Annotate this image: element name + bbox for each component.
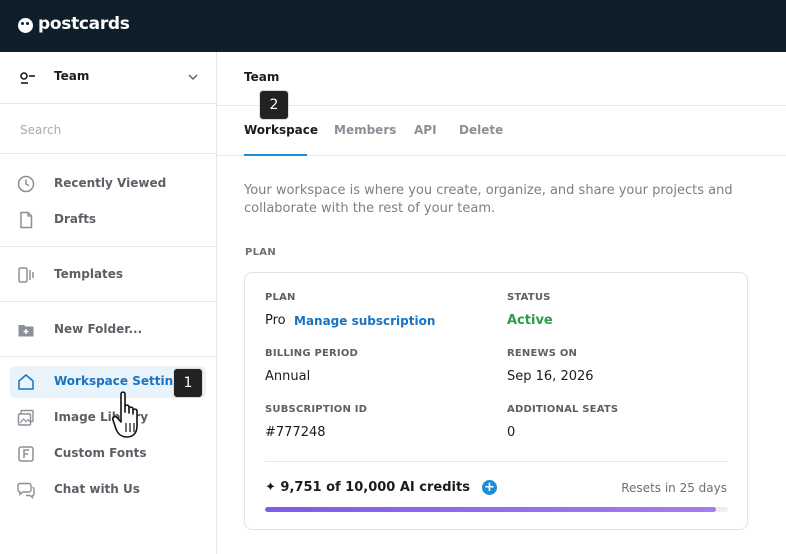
sidebar-item-label: Workspace Settings xyxy=(54,374,189,388)
status-label: STATUS xyxy=(507,292,551,303)
sidebar-item-label: Drafts xyxy=(54,212,97,226)
section-heading-plan: PLAN xyxy=(245,247,277,258)
document-icon xyxy=(20,211,33,229)
home-icon xyxy=(18,374,34,390)
active-tab-indicator xyxy=(244,154,307,156)
sidebar-item-templates[interactable]: Templates xyxy=(10,259,206,291)
sidebar-item-label: Recently Viewed xyxy=(54,176,167,190)
app-logo[interactable]: postcards xyxy=(18,14,130,34)
sidebar-divider xyxy=(0,246,216,247)
page-title: Team xyxy=(244,70,280,84)
templates-icon xyxy=(18,267,34,283)
tab-delete[interactable]: Delete xyxy=(459,123,503,137)
brand-name: postcards xyxy=(38,14,130,34)
sidebar-item-recently-viewed[interactable]: Recently Viewed xyxy=(10,168,206,200)
manage-subscription-link[interactable]: Manage subscription xyxy=(294,314,435,328)
sidebar-divider xyxy=(0,301,216,302)
main-header: Team xyxy=(217,52,786,106)
team-name: Team xyxy=(54,69,90,83)
plan-label: PLAN xyxy=(265,292,296,303)
image-library-icon xyxy=(17,409,34,426)
credits-progress-bar xyxy=(265,507,728,512)
billing-period-label: BILLING PERIOD xyxy=(265,348,359,359)
tab-bar: Workspace Members API Delete xyxy=(217,106,786,156)
annotation-badge: 2 xyxy=(259,90,289,120)
additional-seats-label: ADDITIONAL SEATS xyxy=(507,404,619,415)
chat-icon xyxy=(17,482,35,499)
sidebar-item-label: Custom Fonts xyxy=(54,446,147,460)
sidebar-item-label: New Folder... xyxy=(54,322,143,336)
subscription-id-value: #777248 xyxy=(265,425,326,440)
hand-cursor-icon xyxy=(112,391,138,438)
credits-progress-fill xyxy=(265,507,717,512)
logo-icon xyxy=(18,17,33,33)
search-bar xyxy=(0,105,216,154)
sidebar-item-custom-fonts[interactable]: Custom Fonts xyxy=(10,438,206,470)
team-switcher[interactable]: Team xyxy=(0,52,216,104)
folder-plus-icon xyxy=(18,325,34,337)
billing-period-value: Annual xyxy=(265,369,311,384)
search-input[interactable] xyxy=(20,121,200,139)
sidebar-item-image-library[interactable]: Image Library xyxy=(10,402,206,434)
top-bar: postcards xyxy=(0,0,786,52)
clock-icon xyxy=(17,175,35,193)
font-icon xyxy=(18,446,34,462)
sidebar-item-label: Chat with Us xyxy=(54,482,140,496)
plan-card: PLAN Pro Manage subscription STATUS Acti… xyxy=(244,272,748,530)
add-credits-icon[interactable]: + xyxy=(481,480,497,495)
status-badge: Active xyxy=(507,313,553,328)
workspace-description: Your workspace is where you create, orga… xyxy=(244,183,733,216)
tab-workspace[interactable]: Workspace xyxy=(244,123,318,137)
team-key-icon xyxy=(20,72,35,84)
plan-value: Pro xyxy=(265,313,286,328)
additional-seats-value: 0 xyxy=(507,425,516,440)
ai-credits: ✦ 9,751 of 10,000 AI credits + xyxy=(265,480,497,495)
sidebar: Team Recently Viewed Drafts Templates xyxy=(0,52,217,554)
renews-on-label: RENEWS ON xyxy=(507,348,578,359)
sidebar-item-new-folder[interactable]: New Folder... xyxy=(10,314,206,346)
renews-on-value: Sep 16, 2026 xyxy=(507,369,594,384)
card-divider xyxy=(265,461,728,462)
credits-reset-text: Resets in 25 days xyxy=(621,481,727,495)
sidebar-item-drafts[interactable]: Drafts xyxy=(10,204,206,236)
chevron-down-icon[interactable] xyxy=(187,71,199,83)
ai-credits-text: ✦ 9,751 of 10,000 AI credits xyxy=(265,480,470,495)
tab-members[interactable]: Members xyxy=(334,123,396,137)
sidebar-item-chat[interactable]: Chat with Us xyxy=(10,474,206,506)
tab-api[interactable]: API xyxy=(414,123,437,137)
sidebar-divider xyxy=(0,356,216,357)
subscription-id-label: SUBSCRIPTION ID xyxy=(265,404,368,415)
annotation-badge: 1 xyxy=(173,368,203,398)
sidebar-item-label: Templates xyxy=(54,267,124,281)
